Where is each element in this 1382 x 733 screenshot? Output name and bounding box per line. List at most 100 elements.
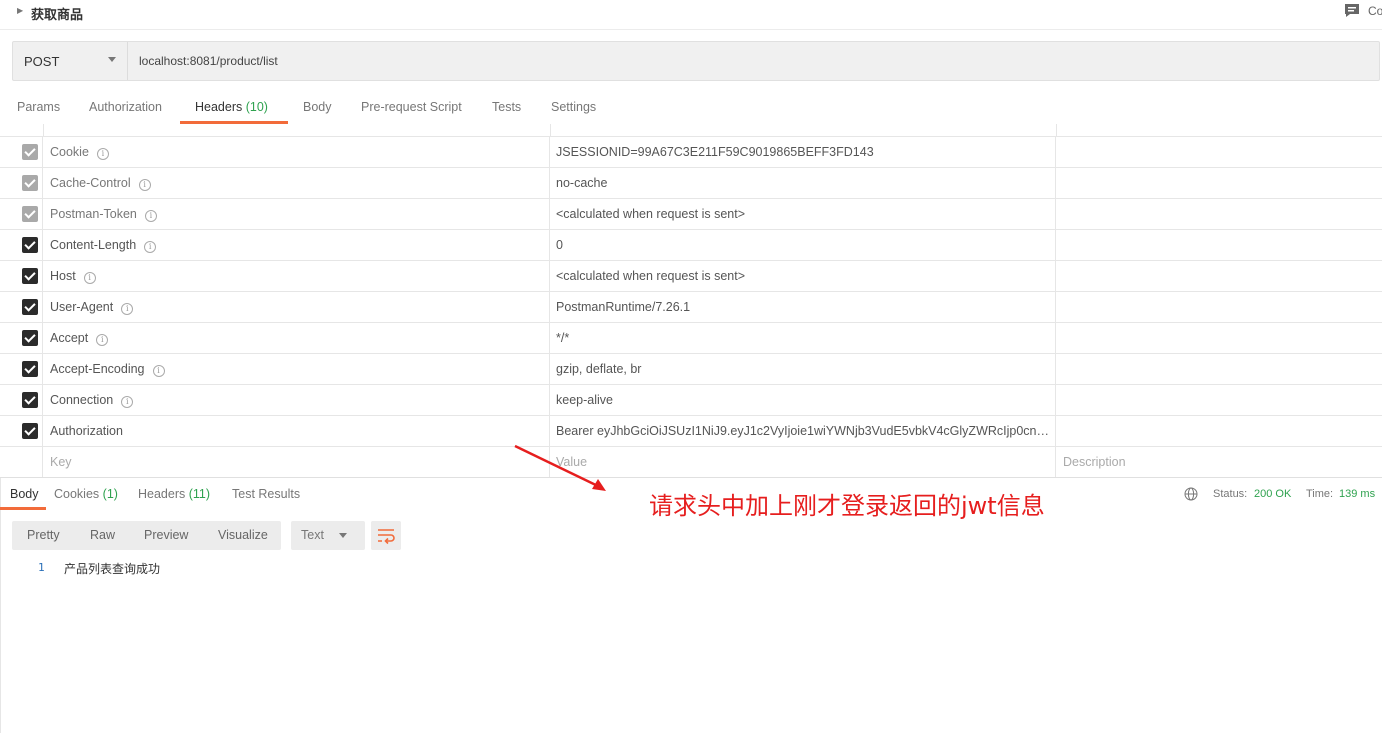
header-description-cell[interactable] <box>1056 292 1382 322</box>
format-select[interactable]: Text <box>291 521 365 550</box>
annotation-arrow-icon <box>514 444 606 491</box>
header-enabled-checkbox[interactable] <box>22 299 38 315</box>
header-value-cell[interactable]: no-cache <box>550 168 1056 198</box>
tab-authorization[interactable]: Authorization <box>89 100 162 114</box>
comments-icon[interactable] <box>1343 2 1361 19</box>
header-value-cell[interactable]: keep-alive <box>550 385 1056 415</box>
header-key: Cookie i <box>50 145 109 160</box>
view-pretty-button[interactable]: Pretty <box>27 528 60 542</box>
header-key-cell[interactable]: Cache-Control i <box>43 168 550 198</box>
header-key-cell[interactable]: Content-Length i <box>43 230 550 260</box>
header-description-cell[interactable] <box>1056 323 1382 353</box>
info-icon[interactable]: i <box>138 179 151 191</box>
header-description-cell[interactable] <box>1056 261 1382 291</box>
header-key-cell[interactable]: Accept i <box>43 323 550 353</box>
new-key-input[interactable]: Key <box>43 447 550 477</box>
table-row: Connection i keep-alive <box>0 385 1382 416</box>
url-input[interactable] <box>129 42 1379 80</box>
header-description-cell[interactable] <box>1056 137 1382 167</box>
view-visualize-button[interactable]: Visualize <box>218 528 268 542</box>
header-value: JSESSIONID=99A67C3E211F59C9019865BEFF3FD… <box>556 145 874 159</box>
collapse-caret-icon[interactable]: ▶ <box>17 6 23 15</box>
new-value-input[interactable]: Value <box>550 447 1056 477</box>
header-value-cell[interactable]: */* <box>550 323 1056 353</box>
header-enabled-checkbox[interactable] <box>22 144 38 160</box>
header-value-cell[interactable]: gzip, deflate, br <box>550 354 1056 384</box>
tab-label: Settings <box>551 100 597 114</box>
header-key: User-Agent i <box>50 300 134 315</box>
header-key-cell[interactable]: Authorization <box>43 416 550 446</box>
header-value-cell[interactable]: JSESSIONID=99A67C3E211F59C9019865BEFF3FD… <box>550 137 1056 167</box>
tab-label: Params <box>17 100 61 114</box>
header-key-label: Authorization <box>50 424 123 438</box>
time-value: 139 ms <box>1339 488 1376 500</box>
table-row: Content-Length i 0 <box>0 230 1382 261</box>
resp-tab-body[interactable]: Body <box>10 487 39 501</box>
new-header-row: Key Value Description <box>0 447 1382 478</box>
request-title-bar: ▶ 获取商品 Co <box>0 0 1382 30</box>
info-icon[interactable]: i <box>144 210 157 222</box>
table-row: Cookie i JSESSIONID=99A67C3E211F59C9019865… <box>0 137 1382 168</box>
header-enabled-checkbox[interactable] <box>22 175 38 191</box>
header-key-cell[interactable]: Host i <box>43 261 550 291</box>
tab-headers[interactable]: Headers (10) <box>195 100 268 114</box>
info-icon[interactable]: i <box>83 272 96 284</box>
comments-label[interactable]: Co <box>1368 4 1382 18</box>
header-value-cell[interactable]: <calculated when request is sent> <box>550 199 1056 229</box>
info-icon[interactable]: i <box>96 334 109 346</box>
checkbox-cell <box>0 168 43 198</box>
new-description-input[interactable]: Description <box>1056 447 1382 477</box>
header-key-label: Cookie <box>50 145 89 159</box>
checkbox-cell <box>0 385 43 415</box>
globe-icon[interactable] <box>1184 487 1198 501</box>
header-description-cell[interactable] <box>1056 199 1382 229</box>
header-key-cell[interactable]: Cookie i <box>43 137 550 167</box>
header-enabled-checkbox[interactable] <box>22 237 38 253</box>
header-key: Accept-Encoding i <box>50 362 165 377</box>
tab-body[interactable]: Body <box>303 100 332 114</box>
header-enabled-checkbox[interactable] <box>22 268 38 284</box>
header-description-cell[interactable] <box>1056 416 1382 446</box>
header-value-cell[interactable]: <calculated when request is sent> <box>550 261 1056 291</box>
info-icon[interactable]: i <box>121 303 134 315</box>
header-enabled-checkbox[interactable] <box>22 423 38 439</box>
resp-tab-cookies[interactable]: Cookies (1) <box>54 487 118 501</box>
header-enabled-checkbox[interactable] <box>22 206 38 222</box>
header-enabled-checkbox[interactable] <box>22 361 38 377</box>
header-key-cell[interactable]: Postman-Token i <box>43 199 550 229</box>
view-raw-button[interactable]: Raw <box>90 528 115 542</box>
info-icon[interactable]: i <box>144 241 157 253</box>
tab-label: Authorization <box>89 100 162 114</box>
header-value-cell[interactable]: Bearer eyJhbGciOiJSUzI1NiJ9.eyJ1c2VyIjoi… <box>550 416 1056 446</box>
info-icon[interactable]: i <box>121 396 134 408</box>
wrap-lines-icon[interactable] <box>371 521 401 550</box>
view-preview-button[interactable]: Preview <box>144 528 188 542</box>
info-icon[interactable]: i <box>152 365 165 377</box>
checkbox-cell <box>0 137 43 167</box>
header-description-cell[interactable] <box>1056 385 1382 415</box>
header-key-cell[interactable]: Connection i <box>43 385 550 415</box>
format-label: Text <box>301 528 324 542</box>
header-enabled-checkbox[interactable] <box>22 330 38 346</box>
header-value-cell[interactable]: 0 <box>550 230 1056 260</box>
header-value-cell[interactable]: PostmanRuntime/7.26.1 <box>550 292 1056 322</box>
resp-tab-test-results[interactable]: Test Results <box>232 487 300 501</box>
tab-pre-request-script[interactable]: Pre-request Script <box>361 100 462 114</box>
header-key-cell[interactable]: Accept-Encoding i <box>43 354 550 384</box>
header-key-label: Host <box>50 269 76 283</box>
tab-settings[interactable]: Settings <box>551 100 596 114</box>
request-name[interactable]: 获取商品 <box>31 4 83 23</box>
tab-params[interactable]: Params <box>17 100 60 114</box>
info-icon[interactable]: i <box>96 148 109 160</box>
method-select[interactable]: POST <box>13 42 128 80</box>
header-value: 0 <box>556 238 563 252</box>
resp-tab-headers[interactable]: Headers (11) <box>138 487 210 501</box>
tab-tests[interactable]: Tests <box>492 100 521 114</box>
header-description-cell[interactable] <box>1056 168 1382 198</box>
header-value: keep-alive <box>556 393 613 407</box>
header-key-cell[interactable]: User-Agent i <box>43 292 550 322</box>
header-key: Accept i <box>50 331 109 346</box>
header-enabled-checkbox[interactable] <box>22 392 38 408</box>
header-description-cell[interactable] <box>1056 230 1382 260</box>
header-description-cell[interactable] <box>1056 354 1382 384</box>
